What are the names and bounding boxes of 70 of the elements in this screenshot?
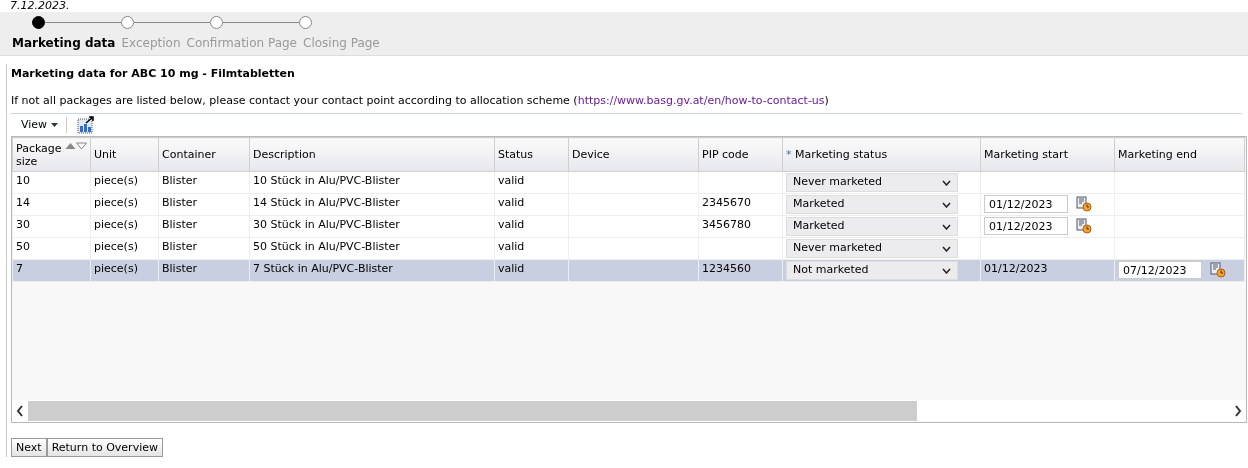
table-cell: piece(s) <box>94 174 138 187</box>
status-dropdown[interactable]: Not marketed <box>786 261 958 280</box>
form-button[interactable]: Next <box>11 438 47 457</box>
info-link[interactable]: https://www.basg.gv.at/en/how-to-contact-us <box>577 93 825 107</box>
table-cell: piece(s) <box>94 240 138 253</box>
train-step[interactable]: Marketing data <box>12 34 116 52</box>
chevron-icon <box>942 179 951 186</box>
table-cell: 1234560 <box>702 262 751 275</box>
date-field[interactable]: 01/12/2023 <box>984 195 1068 213</box>
train-stop-icon[interactable] <box>32 15 45 29</box>
date-field[interactable]: 01/12/2023 <box>984 217 1068 235</box>
table-cell: valid <box>498 174 525 187</box>
table-cell: 30 <box>16 218 30 231</box>
table-cell: 10 Stück in Alu/PVC-Blister <box>253 174 400 187</box>
horizontal-scrollbar[interactable] <box>12 400 1246 422</box>
calendar-icon[interactable] <box>1210 262 1226 278</box>
table-row[interactable]: 30 piece(s) Blister 30 Stück in Alu/PVC-Blister valid 3456780 Marketed 01/12/2023 <box>12 215 1245 238</box>
column-header[interactable]: Description <box>253 148 316 161</box>
caret-icon <box>50 122 58 127</box>
table-cell: Blister <box>162 262 197 275</box>
table-cell: Blister <box>162 196 197 209</box>
table-row[interactable]: 14 piece(s) Blister 14 Stück in Alu/PVC-Blister valid 2345670 Marketed 01/12/2023 <box>12 193 1245 216</box>
table-cell: 50 Stück in Alu/PVC-Blister <box>253 240 400 253</box>
table-cell: 3456780 <box>702 218 751 231</box>
table-cell: 10 <box>16 174 30 187</box>
table-row[interactable]: 50 piece(s) Blister 50 Stück in Alu/PVC-Blister valid Never marketed <box>12 237 1245 260</box>
chevron-icon <box>942 267 951 274</box>
view-menu[interactable]: View <box>17 116 67 134</box>
chevron-icon <box>942 223 951 230</box>
calendar-icon[interactable] <box>1076 218 1092 234</box>
table-cell: 7 Stück in Alu/PVC-Blister <box>253 262 393 275</box>
table-cell: Blister <box>162 174 197 187</box>
table-cell: valid <box>498 262 525 275</box>
column-header[interactable]: * Marketing status <box>786 148 888 161</box>
calendar-icon[interactable] <box>1076 196 1092 212</box>
date-field[interactable]: 07/12/2023 <box>1118 261 1202 279</box>
table-cell: piece(s) <box>94 262 138 275</box>
panel-title: Marketing data for ABC 10 mg - Filmtabletten <box>11 66 296 82</box>
table-cell: valid <box>498 196 525 209</box>
table-cell: 14 <box>16 196 30 209</box>
table-row[interactable]: 7 piece(s) Blister 7 Stück in Alu/PVC-Blister valid 1234560 Not marketed 01/12/2023 07/12/2023 <box>12 259 1245 282</box>
chevron-icon <box>942 201 951 208</box>
table-row[interactable]: 10 piece(s) Blister 10 Stück in Alu/PVC-Blister valid Never marketed <box>12 171 1245 194</box>
form-button[interactable]: Return to Overview <box>46 438 163 457</box>
table-cell: valid <box>498 218 525 231</box>
table-cell: 50 <box>16 240 30 253</box>
scroll-right-icon[interactable] <box>1234 405 1242 417</box>
table-cell: piece(s) <box>94 196 138 209</box>
table-cell: piece(s) <box>94 218 138 231</box>
table-cell: 2345670 <box>702 196 751 209</box>
column-header[interactable]: Unit <box>94 148 117 161</box>
table-cell: 14 Stück in Alu/PVC-Blister <box>253 196 400 209</box>
status-dropdown[interactable]: Never marketed <box>786 173 958 192</box>
column-header[interactable]: Device <box>572 148 610 161</box>
info-text: If not all packages are listed below, please contact your contact point according to allocation scheme (https://www.basg.gv.at/en/how-to-contact-us) <box>11 92 1242 114</box>
status-dropdown[interactable]: Marketed <box>786 195 958 214</box>
table-cell: 7 <box>16 262 23 275</box>
chevron-icon <box>942 245 951 252</box>
table-cell: Blister <box>162 240 197 253</box>
status-dropdown[interactable]: Marketed <box>786 217 958 236</box>
status-dropdown[interactable]: Never marketed <box>786 239 958 258</box>
column-header[interactable]: Status <box>498 148 534 161</box>
table-cell: 30 Stück in Alu/PVC-Blister <box>253 218 400 231</box>
table-cell: valid <box>498 240 525 253</box>
date-heading: 7.12.2023. <box>10 0 70 12</box>
scroll-left-icon[interactable] <box>16 405 24 417</box>
sort-icon[interactable] <box>65 141 87 150</box>
table-cell: Blister <box>162 218 197 231</box>
detach-table-icon[interactable] <box>76 116 95 134</box>
table-cell: 01/12/2023 <box>984 262 1048 275</box>
